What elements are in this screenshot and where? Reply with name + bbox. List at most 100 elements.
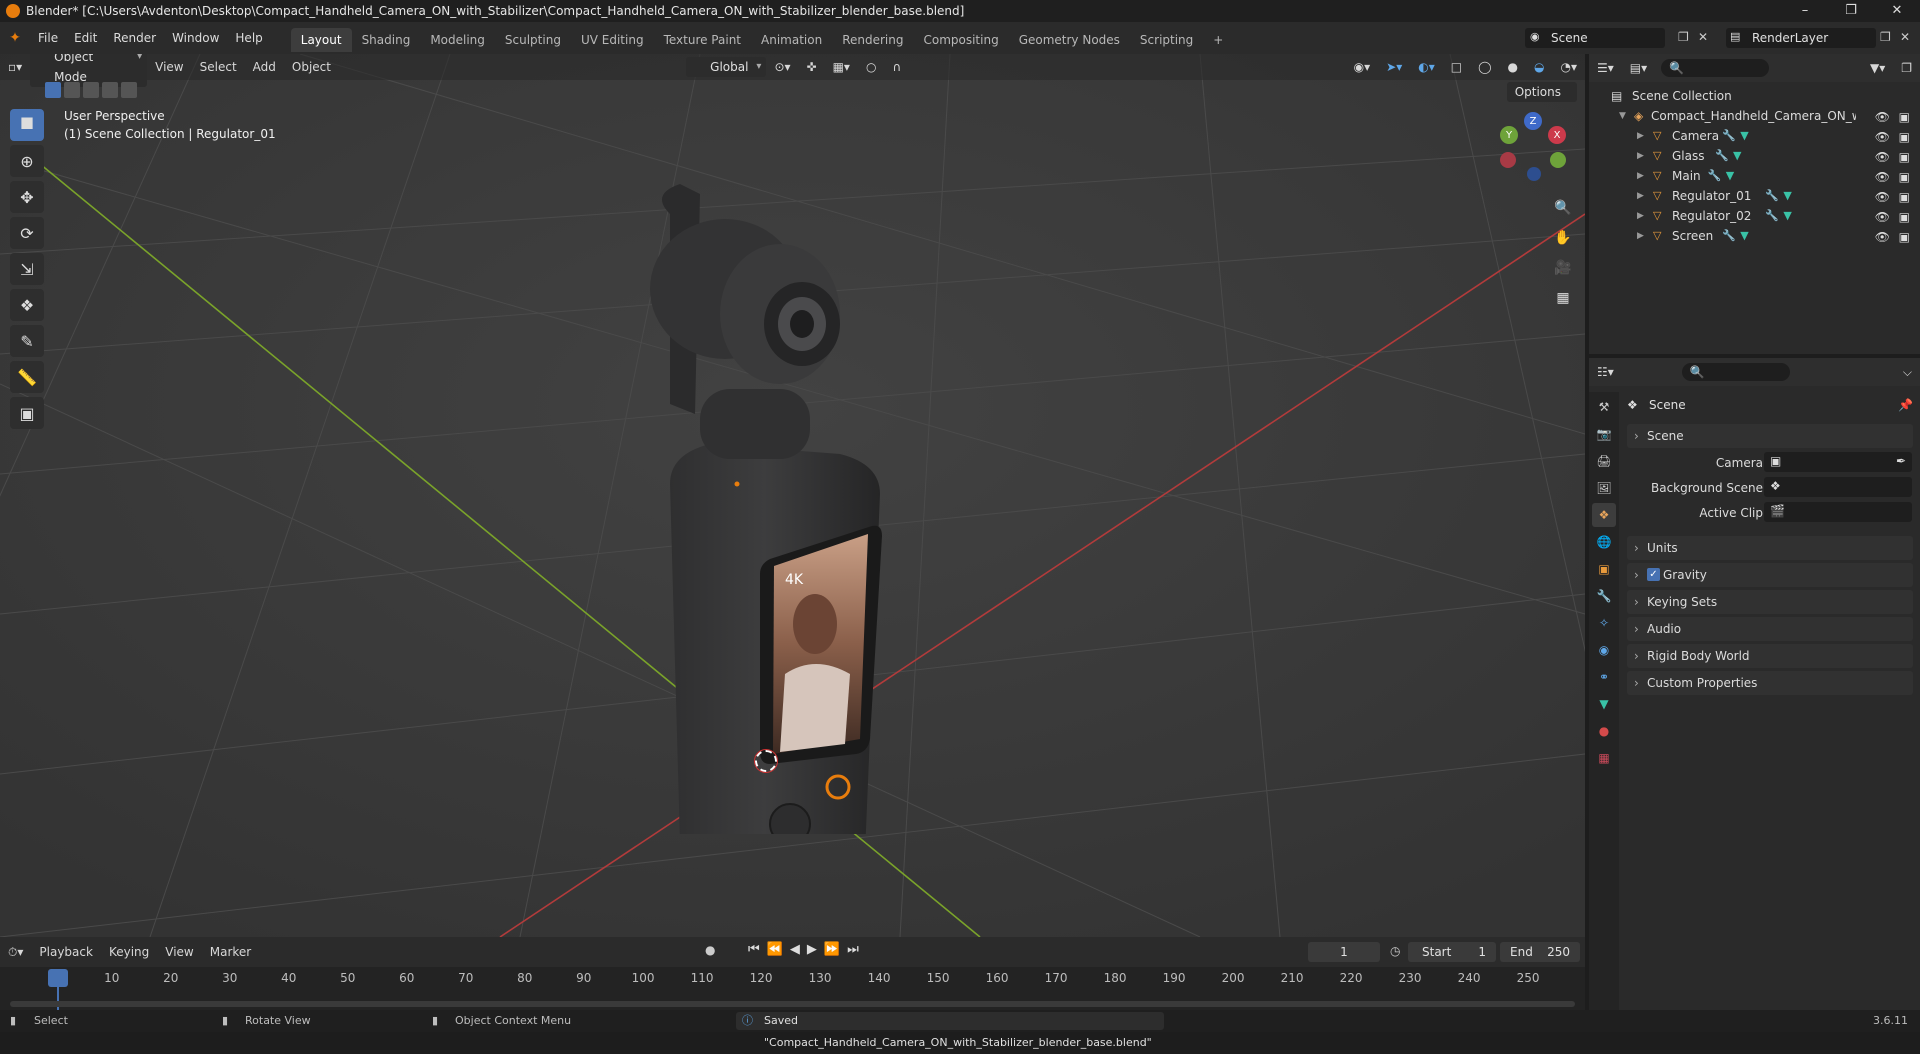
options-dropdown[interactable]: Options: [1506, 82, 1577, 102]
object-tab-icon[interactable]: ▣: [1592, 557, 1616, 581]
falloff-icon[interactable]: ∩: [884, 56, 909, 78]
visibility-eye-icon[interactable]: 👁: [1875, 227, 1890, 247]
modifier-icon[interactable]: 🔧: [1715, 146, 1729, 166]
render-camera-icon[interactable]: ▣: [1899, 227, 1910, 247]
constraints-tab-icon[interactable]: ⚭: [1592, 665, 1616, 689]
modifier-icon[interactable]: 🔧: [1722, 126, 1736, 146]
timeline-editor-icon[interactable]: ⏱▾: [0, 941, 31, 963]
annotate-tool-icon[interactable]: ✎: [10, 325, 44, 357]
outliner[interactable]: ☰▾ ▤▾ 🔍 ▼▾ ❐ ▤ Scene Collection ▼ ◈ Comp…: [1589, 54, 1920, 354]
blender-menu-icon[interactable]: ✦: [0, 30, 30, 46]
minimize-icon[interactable]: –: [1782, 0, 1828, 22]
maximize-icon[interactable]: ❐: [1828, 0, 1874, 22]
rigid-body-world-panel[interactable]: Rigid Body World: [1627, 644, 1913, 668]
menu-add[interactable]: Add: [245, 56, 284, 78]
menu-window[interactable]: Window: [164, 22, 227, 54]
active-clip-field[interactable]: 🎬: [1764, 502, 1912, 522]
3d-cursor-icon[interactable]: [754, 749, 778, 773]
tab-sculpting[interactable]: Sculpting: [495, 28, 571, 52]
ortho-toggle-icon[interactable]: ▦: [1550, 285, 1576, 311]
background-scene-field[interactable]: ❖: [1764, 477, 1912, 497]
scale-tool-icon[interactable]: ⇲: [10, 253, 44, 285]
close-icon[interactable]: ✕: [1874, 0, 1920, 22]
timeline[interactable]: 1102030405060708090100110120130140150160…: [0, 967, 1585, 1010]
expand-icon[interactable]: ▶: [1637, 206, 1644, 226]
pivot-icon[interactable]: ⊙▾: [766, 56, 798, 78]
move-tool-icon[interactable]: ✥: [10, 181, 44, 213]
tab-animation[interactable]: Animation: [751, 28, 832, 52]
menu-select[interactable]: Select: [192, 56, 245, 78]
select-invert-icon[interactable]: [102, 82, 118, 98]
add-workspace-icon[interactable]: +: [1203, 28, 1233, 52]
render-camera-icon[interactable]: ▣: [1899, 187, 1910, 207]
start-frame-field[interactable]: Start 1: [1408, 942, 1496, 962]
menu-object[interactable]: Object: [284, 56, 339, 78]
tool-tab-icon[interactable]: ⚒: [1592, 395, 1616, 419]
tab-compositing[interactable]: Compositing: [913, 28, 1008, 52]
menu-render[interactable]: Render: [105, 22, 164, 54]
render-tab-icon[interactable]: 📷: [1592, 422, 1616, 446]
outliner-object-row[interactable]: ▶ ▽ Glass 🔧 ▼ 👁 ▣: [1589, 146, 1920, 166]
overlay-icon[interactable]: ◐▾: [1410, 56, 1443, 78]
visibility-eye-icon[interactable]: 👁: [1875, 187, 1890, 207]
modifier-tab-icon[interactable]: 🔧: [1592, 584, 1616, 608]
custom-properties-panel[interactable]: Custom Properties: [1627, 671, 1913, 695]
output-tab-icon[interactable]: 🖨: [1592, 449, 1616, 473]
rotate-tool-icon[interactable]: ⟳: [10, 217, 44, 249]
scene-delete-icon[interactable]: ✕: [1698, 30, 1708, 44]
display-mode-icon[interactable]: ▤▾: [1622, 57, 1655, 79]
3d-viewport[interactable]: 4K ▫▾ Object Mode View Select Add Object…: [0, 54, 1585, 937]
tab-modeling[interactable]: Modeling: [420, 28, 495, 52]
playhead[interactable]: [48, 969, 68, 987]
menu-playback[interactable]: Playback: [31, 941, 101, 963]
world-tab-icon[interactable]: 🌐: [1592, 530, 1616, 554]
properties-editor-icon[interactable]: ☷▾: [1589, 361, 1622, 383]
keying-sets-panel[interactable]: Keying Sets: [1627, 590, 1913, 614]
scene-panel-header[interactable]: Scene: [1627, 424, 1913, 448]
mesh-data-icon[interactable]: ▼: [1783, 206, 1791, 226]
render-camera-icon[interactable]: ▣: [1899, 167, 1910, 187]
menu-view[interactable]: View: [147, 56, 191, 78]
end-frame-field[interactable]: End 250: [1500, 942, 1580, 962]
mesh-data-icon[interactable]: ▼: [1726, 166, 1734, 186]
data-tab-icon[interactable]: ▼: [1592, 692, 1616, 716]
renderlayer-new-icon[interactable]: ❐: [1880, 30, 1891, 44]
camera-field[interactable]: ▣ ✒: [1764, 452, 1912, 472]
pan-hand-icon[interactable]: ✋: [1550, 225, 1576, 251]
mesh-data-icon[interactable]: ▼: [1783, 186, 1791, 206]
cursor-tool-icon[interactable]: ⊕: [10, 145, 44, 177]
outliner-object-row[interactable]: ▶ ▽ Main 🔧 ▼ 👁 ▣: [1589, 166, 1920, 186]
render-camera-icon[interactable]: ▣: [1899, 127, 1910, 147]
tab-geometry-nodes[interactable]: Geometry Nodes: [1009, 28, 1130, 52]
navigation-gizmo[interactable]: Z Y X: [1500, 112, 1570, 182]
expand-icon[interactable]: ▶: [1637, 226, 1644, 246]
shading-rendered-icon[interactable]: ◔▾: [1553, 56, 1586, 78]
tab-layout[interactable]: Layout: [290, 28, 352, 52]
properties-editor[interactable]: ☷▾ 🔍 ⌵ ⚒ 📷 🖨 🖼 ❖ 🌐 ▣ 🔧 ✧ ◉ ⚭ ▼ ● ▦ ❖ Sce…: [1589, 358, 1920, 1010]
modifier-icon[interactable]: 🔧: [1765, 186, 1779, 206]
outliner-object-row[interactable]: ▶ ▽ Camera 🔧 ▼ 👁 ▣: [1589, 126, 1920, 146]
zoom-icon[interactable]: 🔍: [1550, 195, 1576, 221]
camera-view-icon[interactable]: 🎥: [1550, 255, 1576, 281]
select-extend-icon[interactable]: [64, 82, 80, 98]
measure-tool-icon[interactable]: 📏: [10, 361, 44, 393]
tab-rendering[interactable]: Rendering: [832, 28, 913, 52]
tab-shading[interactable]: Shading: [352, 28, 421, 52]
outliner-collection[interactable]: ▼ ◈ Compact_Handheld_Camera_ON_with_S 👁▣: [1589, 106, 1920, 126]
xray-icon[interactable]: □: [1443, 56, 1470, 78]
select-new-icon[interactable]: [45, 82, 61, 98]
scene-selector[interactable]: Scene: [1525, 28, 1665, 48]
outliner-object-row[interactable]: ▶ ▽ Regulator_02 🔧 ▼ 👁 ▣: [1589, 206, 1920, 226]
clock-icon[interactable]: ◷: [1390, 944, 1400, 958]
gravity-panel[interactable]: ✓ Gravity: [1627, 563, 1913, 587]
particles-tab-icon[interactable]: ✧: [1592, 611, 1616, 635]
mesh-data-icon[interactable]: ▼: [1733, 146, 1741, 166]
outliner-search-input[interactable]: 🔍: [1661, 59, 1770, 77]
menu-marker[interactable]: Marker: [202, 941, 259, 963]
visibility-eye-icon[interactable]: 👁: [1875, 147, 1890, 167]
snap-settings-icon[interactable]: ▦▾: [825, 56, 858, 78]
outliner-object-row[interactable]: ▶ ▽ Screen 🔧 ▼ 👁 ▣: [1589, 226, 1920, 246]
visibility-icon[interactable]: ◉▾: [1346, 56, 1379, 78]
add-cube-tool-icon[interactable]: ▣: [10, 397, 44, 429]
record-icon[interactable]: ●: [705, 943, 715, 957]
